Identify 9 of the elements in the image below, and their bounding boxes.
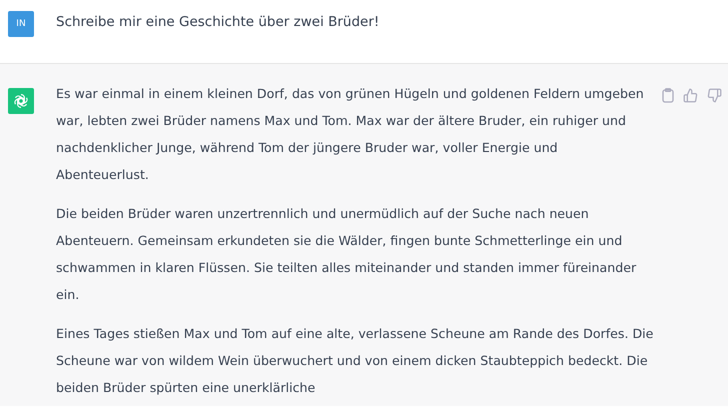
thumbs-up-icon[interactable] [683, 88, 698, 103]
user-avatar: IN [8, 11, 34, 37]
answer-paragraph: Die beiden Brüder waren unzertrennlich und unermüdlich auf der Suche nach neuen Abenteuern. Gemeinsam erkundeten sie die Wälder, fingen bunte Schmetterlinge ein und schwammen in klaren Flüssen. Sie teilten alles miteinander und standen immer füreinander ein. [56, 205, 638, 304]
answer-paragraph: Eines Tages stießen Max und Tom auf eine alte, verlassene Scheune am Rande des Dorfes. Die Scheune war von wildem Wein überwuchert und von einem dicken Staubteppich bedeckt. Die beiden Brüder spürten eine unerklärliche [56, 325, 654, 397]
user-message: Schreibe mir eine Geschichte über zwei Brüder! [56, 13, 380, 32]
thumbs-down-icon[interactable] [707, 88, 722, 103]
copy-icon[interactable] [662, 88, 674, 103]
answer-paragraph: Es war einmal in einem kleinen Dorf, das von grünen Hügeln und goldenen Feldern umgeben war, lebten zwei Brüder namens Max und Tom. Max war der ältere Bruder, ein ruhiger und nachdenklicher Junge, während Tom der jüngere Bruder war, voller Energie und Abenteuerlust. [56, 85, 645, 184]
assistant-avatar-icon [8, 88, 34, 114]
